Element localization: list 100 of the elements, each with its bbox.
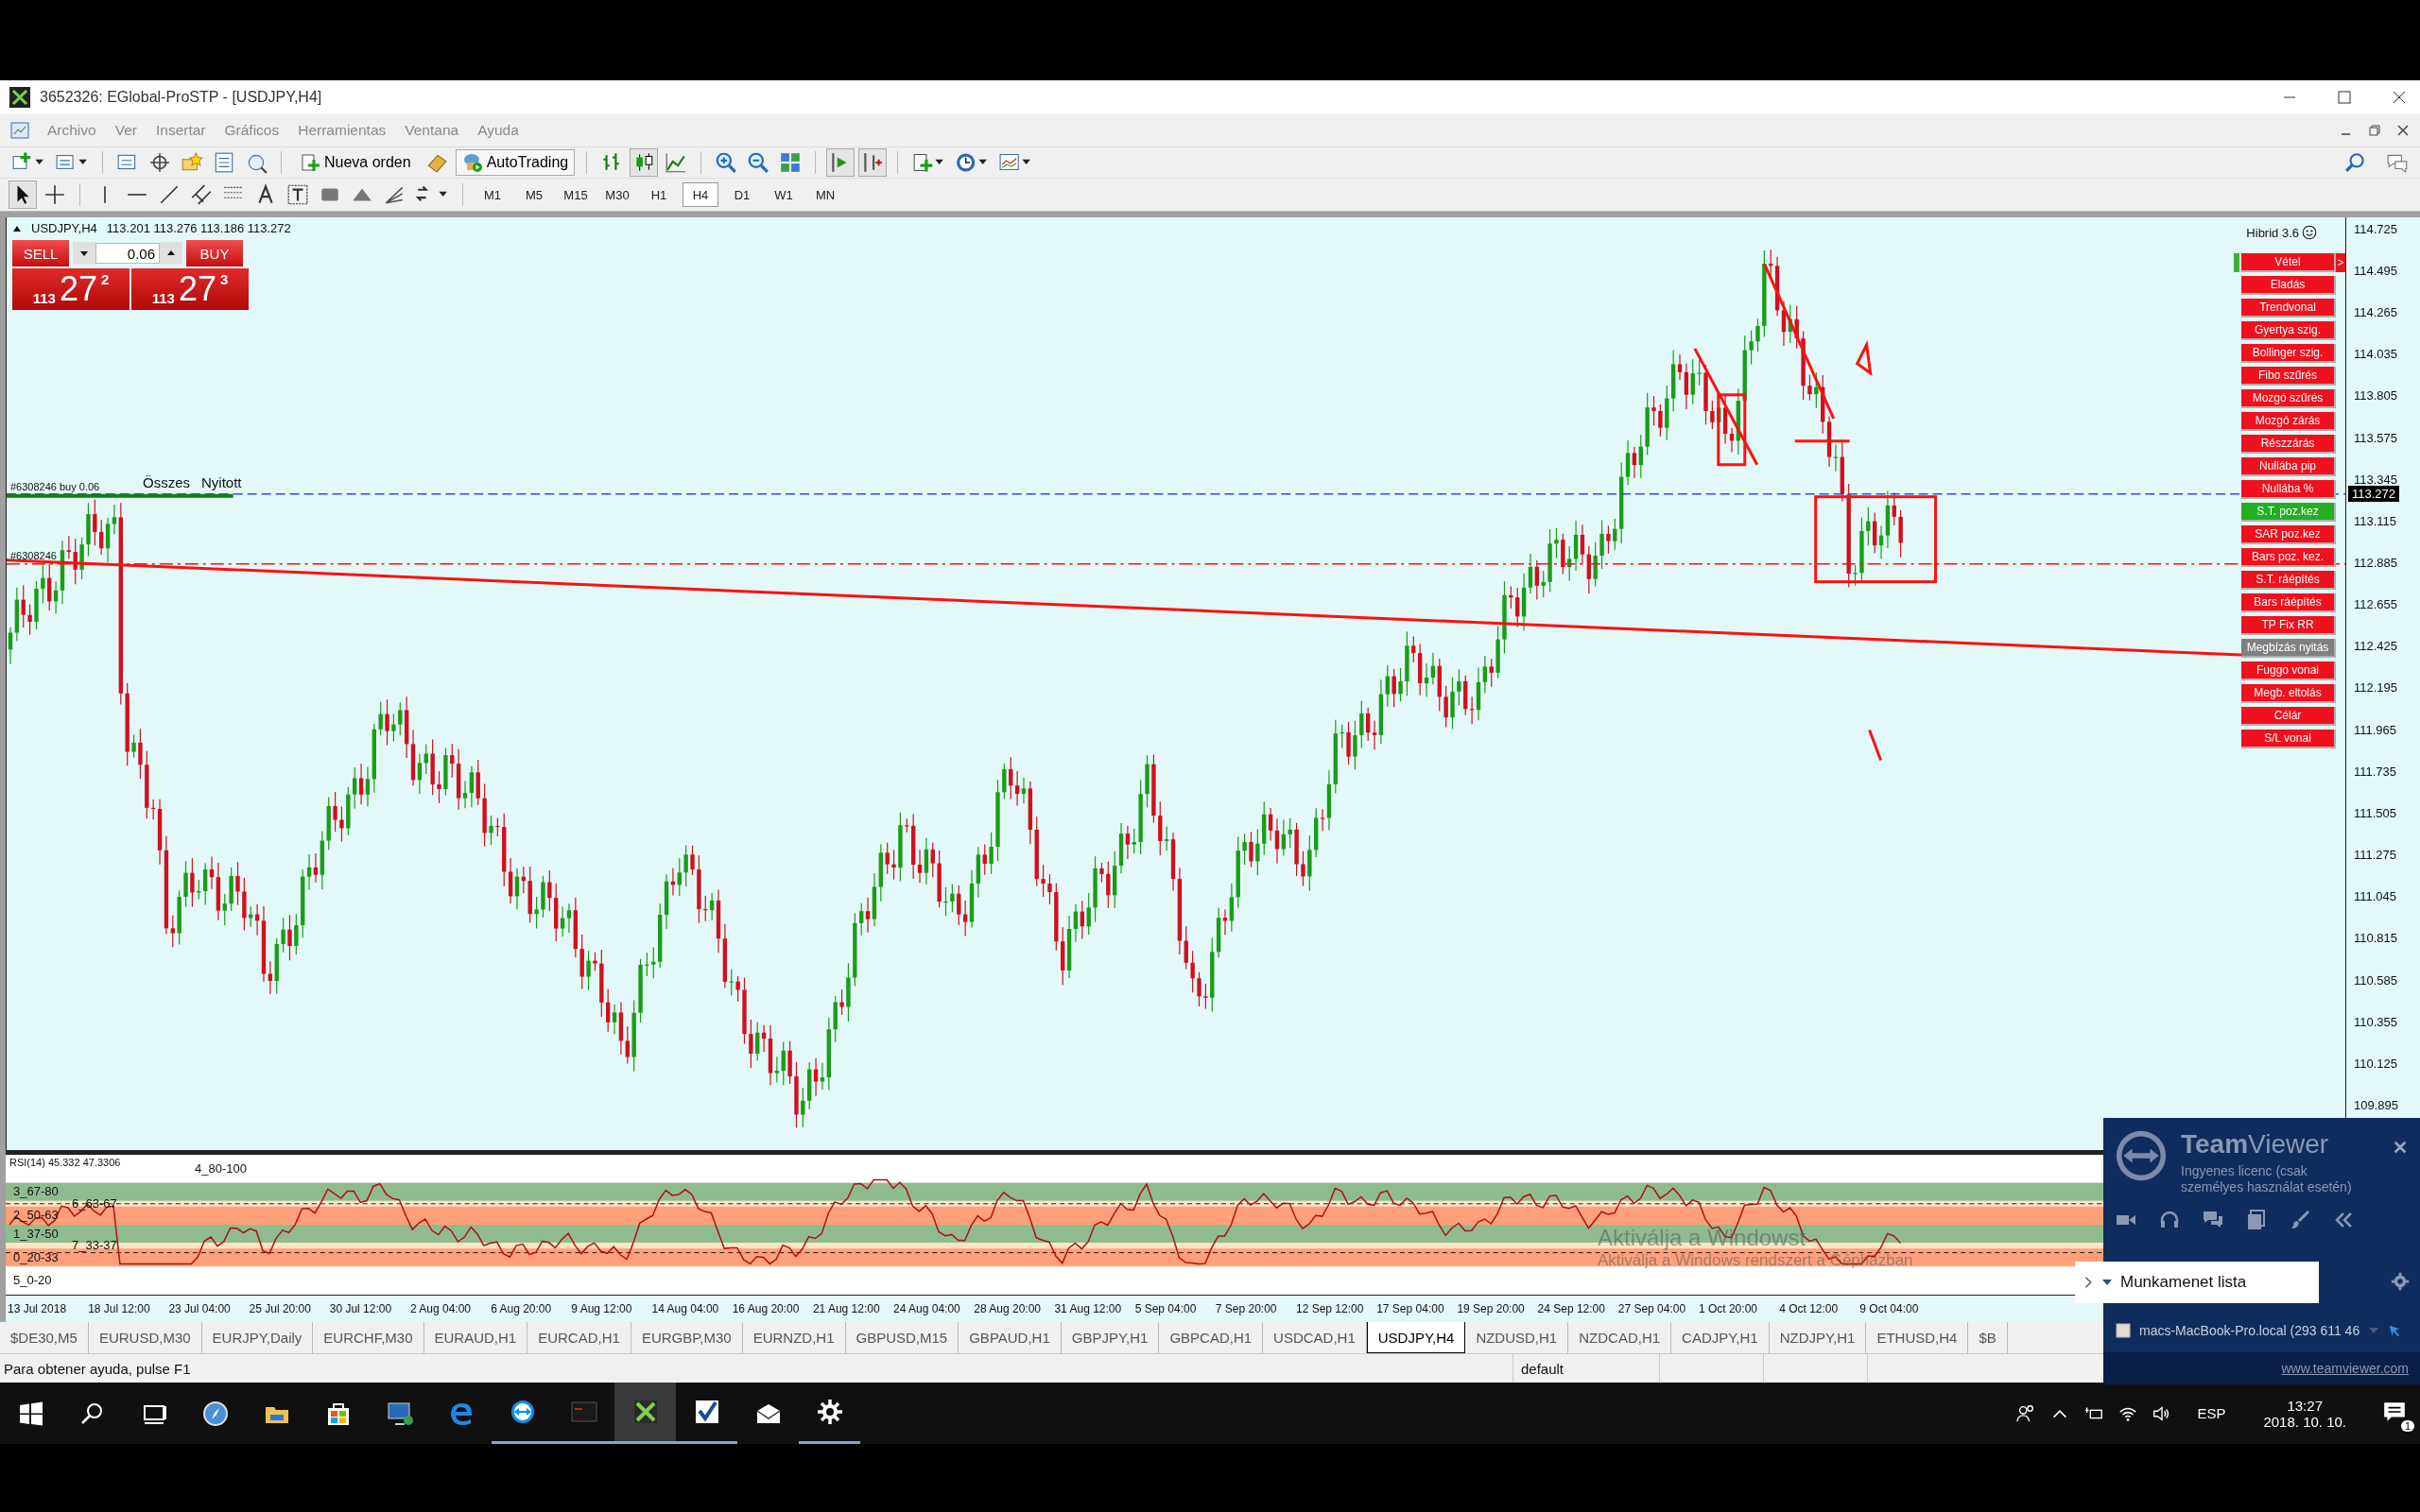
panel-button[interactable]: Célár <box>2241 707 2336 726</box>
panel-button[interactable]: Mozgó zárás <box>2241 412 2336 431</box>
new-order-button[interactable]: Nueva orden <box>293 149 418 176</box>
time-tick: 19 Sep 20:00 <box>1457 1302 1526 1315</box>
price-figure: 113 <box>151 290 175 306</box>
panel-button[interactable]: Megb. eltolás <box>2241 684 2336 703</box>
panel-button[interactable]: S/L vonal <box>2241 730 2336 748</box>
documents-icon[interactable] <box>2245 1209 2268 1231</box>
price-point: 3 <box>219 271 229 287</box>
price-tick: 113.805 <box>2354 388 2398 404</box>
timeframe-button[interactable]: M30 <box>599 182 635 207</box>
restore-icon[interactable] <box>2367 123 2382 138</box>
time-tick: 21 Aug 12:00 <box>812 1302 881 1315</box>
increase-icon[interactable] <box>160 242 182 265</box>
panel-button[interactable]: Gyertya szig. <box>2241 321 2336 340</box>
chart-tab[interactable]: USDJPY,H4 <box>1366 1322 1466 1353</box>
panel-button[interactable]: TP Fix RR <box>2241 616 2336 635</box>
timeframe-button[interactable]: H1 <box>641 182 677 207</box>
time-tick: 24 Sep 12:00 <box>1537 1302 1606 1315</box>
time-tick: 27 Sep 04:00 <box>1617 1302 1687 1315</box>
compass-icon[interactable] <box>200 1399 230 1428</box>
lots-field[interactable]: 0.06 <box>95 243 160 264</box>
gear-icon[interactable] <box>815 1398 844 1426</box>
price-tick: 111.735 <box>2354 764 2397 779</box>
website-link[interactable]: www.teamviewer.com <box>2281 1361 2409 1376</box>
price-point: 2 <box>100 271 110 287</box>
current-price-tag: 113.272 <box>2348 486 2400 502</box>
time-tick: 25 Jul 20:00 <box>249 1302 312 1315</box>
session-list-header[interactable]: Munkamenet lista <box>2075 1262 2319 1303</box>
panel-button[interactable]: Fibo szűrés <box>2241 367 2336 386</box>
panel-button[interactable]: S.T. ráépítés <box>2241 571 2336 590</box>
timeframe-button[interactable]: W1 <box>766 182 802 207</box>
price-tick: 114.495 <box>2354 263 2398 278</box>
price-tick: 110.125 <box>2354 1056 2398 1071</box>
panel-button[interactable]: Részzárás <box>2241 435 2336 454</box>
timeframe-button[interactable]: M15 <box>558 182 594 207</box>
time-tick: 28 Aug 20:00 <box>974 1302 1042 1315</box>
panel-button[interactable]: Nullába % <box>2241 480 2336 499</box>
close-icon[interactable] <box>2395 123 2411 138</box>
panel-button[interactable]: Bars poz. kez. <box>2241 548 2336 567</box>
timeframe-button[interactable]: M1 <box>475 182 510 207</box>
chevron-right-icon[interactable] <box>2083 1276 2094 1289</box>
brush-icon[interactable] <box>2289 1209 2311 1231</box>
timeframe-button[interactable]: MN <box>807 182 843 207</box>
time-tick: 23 Jul 04:00 <box>168 1302 232 1315</box>
sell-button[interactable]: SELL <box>12 240 69 266</box>
panel-button[interactable]: Fuggo vonai <box>2241 662 2336 680</box>
maximize-icon[interactable] <box>2335 88 2354 107</box>
close-icon[interactable] <box>2392 1139 2409 1156</box>
cursor-icon[interactable] <box>9 181 36 208</box>
window-title: 3652326: EGlobal-ProSTP - [USDJPY,H4] <box>40 89 322 106</box>
panel-button[interactable]: Trendvonal <box>2241 299 2336 318</box>
time-tick: 18 Jul 12:00 <box>88 1302 151 1315</box>
time-tick: 4 Oct 12:00 <box>1779 1302 1840 1315</box>
ohlc-values: 113.201 113.276 113.186 113.272 <box>106 221 291 235</box>
order-label: #6308246 buy 0.06 <box>10 481 100 492</box>
price-tick: 112.425 <box>2354 639 2398 654</box>
decrease-icon[interactable] <box>73 242 95 265</box>
order-filter-link[interactable]: Nyitott <box>201 474 242 490</box>
order-filter-link[interactable]: Összes <box>143 474 190 490</box>
time-tick: 1 Oct 20:00 <box>1698 1302 1758 1315</box>
input-language[interactable]: ESP <box>2186 1405 2238 1421</box>
time-tick: 5 Sep 04:00 <box>1134 1302 1198 1315</box>
buy-button[interactable]: BUY <box>186 240 243 266</box>
panel-button[interactable]: Bollinger szig. <box>2241 344 2336 363</box>
chart-window-icon[interactable] <box>9 120 30 141</box>
price-pips: 27 <box>178 272 216 306</box>
pointer-icon[interactable] <box>2388 1324 2402 1337</box>
timeframe-button[interactable]: H4 <box>683 182 718 207</box>
time-tick: 31 Aug 12:00 <box>1054 1302 1123 1315</box>
panel-button[interactable]: Vétel <box>2241 253 2336 272</box>
price-tick: 114.725 <box>2354 221 2398 236</box>
clock-time[interactable]: 13:27 <box>2287 1397 2323 1414</box>
timeframe-button[interactable]: D1 <box>724 182 760 207</box>
price-tick: 111.965 <box>2354 722 2397 737</box>
band-label: 4_80-100 <box>195 1160 247 1177</box>
time-tick: 9 Aug 12:00 <box>571 1302 633 1315</box>
session-name[interactable]: macs-MacBook-Pro.local (293 611 46 <box>2139 1323 2360 1338</box>
panel-button[interactable]: Eladás <box>2241 276 2336 295</box>
teamviewer-title: TeamViewer <box>2181 1129 2330 1160</box>
price-tick: 112.195 <box>2354 680 2398 696</box>
panel-button[interactable]: SAR poz.kez <box>2241 525 2336 544</box>
settings-icon[interactable] <box>2390 1271 2411 1292</box>
document-plus-icon <box>300 152 320 173</box>
panel-button[interactable]: Nullába pip <box>2241 457 2336 476</box>
toggle-tab[interactable] <box>2234 253 2239 272</box>
time-tick: 2 Aug 04:00 <box>409 1302 472 1315</box>
timeframe-button[interactable]: M5 <box>516 182 552 207</box>
price-tick: 110.355 <box>2354 1014 2398 1029</box>
autotrading-button[interactable]: AutoTrading <box>455 149 576 176</box>
price-tick: 114.035 <box>2354 347 2398 362</box>
band-label: 3_67-80 <box>13 1184 59 1200</box>
license-note: Ingyenes licenc (csak személyes használat esetén) <box>2181 1163 2353 1195</box>
candlestick-icon[interactable] <box>631 149 658 176</box>
panel-button[interactable]: Bars ráépítés <box>2241 593 2336 612</box>
chart-symbol: USDJPY,H4 <box>31 221 97 235</box>
clock-date[interactable]: 2018. 10. 10. <box>2263 1413 2346 1430</box>
panel-button[interactable]: Megbízás nyitás <box>2241 639 2336 658</box>
panel-button[interactable]: Mozgó szűrés <box>2241 389 2336 408</box>
activation-notice: Aktiválja a Windows rendszert a Gépházban <box>1598 1251 1913 1270</box>
